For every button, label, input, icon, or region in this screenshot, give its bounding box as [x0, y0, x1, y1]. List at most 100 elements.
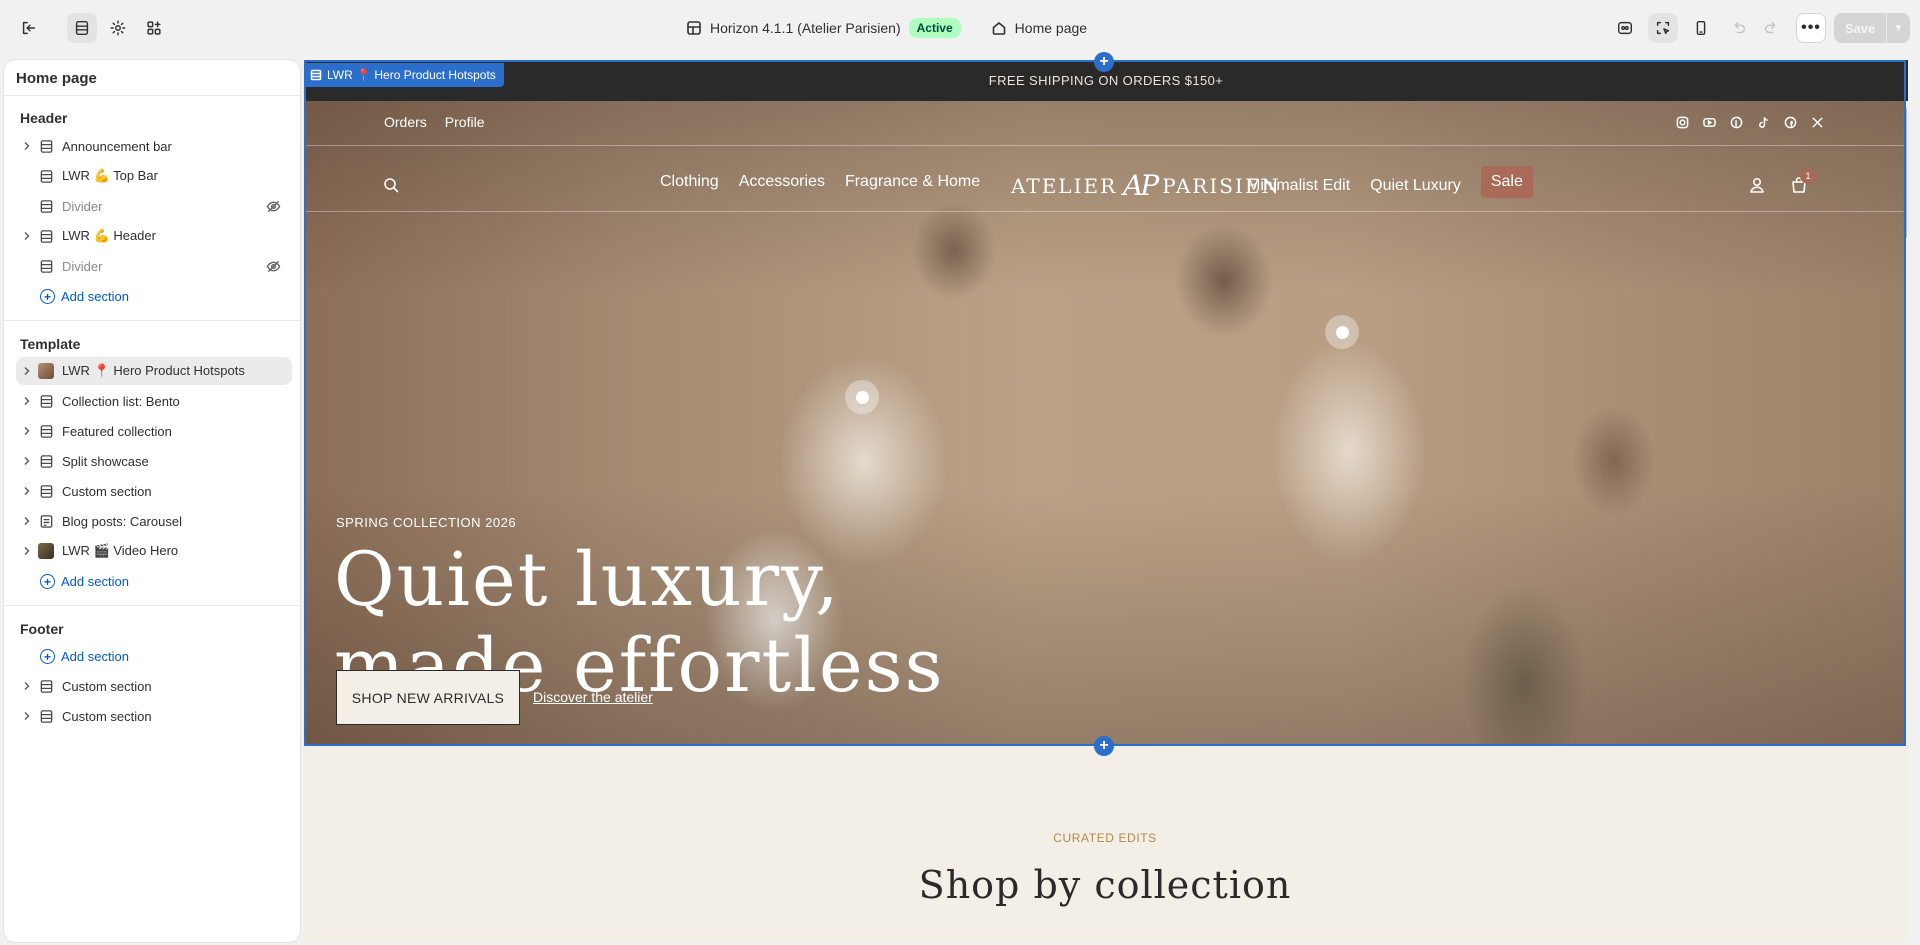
- store-logo[interactable]: ATELIER AP PARISIEN: [1011, 169, 1281, 202]
- section-icon: [38, 168, 54, 184]
- section-featured-collection[interactable]: Featured collection: [16, 417, 292, 445]
- sidebar-title: Home page: [16, 70, 97, 87]
- redo-icon[interactable]: [1756, 13, 1786, 43]
- cart-icon[interactable]: 1: [1790, 168, 1816, 197]
- divider: [4, 605, 300, 606]
- section-split-showcase[interactable]: Split showcase: [16, 447, 292, 475]
- apps-icon[interactable]: [139, 13, 169, 43]
- section-label: LWR 💪 Top Bar: [62, 168, 158, 183]
- chevron-right-icon[interactable]: [18, 222, 36, 250]
- search-icon[interactable]: [382, 176, 400, 197]
- chevron-right-icon[interactable]: [18, 477, 36, 505]
- chevron-right-icon[interactable]: [18, 702, 36, 730]
- add-section-label: Add section: [61, 649, 129, 664]
- save-button[interactable]: Save ▼: [1834, 13, 1910, 43]
- logo-text-left: ATELIER: [1011, 173, 1118, 198]
- section-label: Split showcase: [62, 453, 149, 469]
- chevron-right-icon[interactable]: [18, 417, 36, 445]
- section-video-hero[interactable]: LWR 🎬 Video Hero: [16, 537, 292, 565]
- product-hotspot[interactable]: [845, 380, 879, 414]
- insert-section-below-button[interactable]: +: [1094, 736, 1114, 756]
- section-custom-section[interactable]: Custom section: [16, 672, 292, 700]
- chevron-right-icon[interactable]: [18, 447, 36, 475]
- section-icon: [38, 198, 54, 214]
- select-element-icon[interactable]: [1648, 13, 1678, 43]
- eye-hidden-icon[interactable]: [264, 197, 282, 215]
- more-actions-button[interactable]: •••: [1796, 13, 1826, 43]
- sections-icon[interactable]: [67, 13, 97, 43]
- save-button-label[interactable]: Save: [1834, 13, 1886, 43]
- section-blog-posts-carousel[interactable]: Blog posts: Carousel: [16, 507, 292, 535]
- chevron-right-icon[interactable]: [18, 387, 36, 415]
- template-group-heading: Template: [20, 336, 81, 352]
- discover-atelier-link[interactable]: Discover the atelier: [533, 689, 653, 705]
- preview-scrollbar[interactable]: [1903, 108, 1907, 238]
- section-announcement-bar[interactable]: Announcement bar: [16, 132, 292, 160]
- logo-monogram: AP: [1123, 169, 1159, 202]
- section-hero-product-hotspots[interactable]: LWR 📍 Hero Product Hotspots: [16, 357, 292, 385]
- divider: [4, 320, 300, 321]
- section-label: Custom section: [62, 708, 152, 724]
- inspector-icon[interactable]: [1610, 13, 1640, 43]
- section-collection-list-bento[interactable]: Collection list: Bento: [16, 387, 292, 415]
- status-badge: Active: [908, 18, 961, 38]
- section-label: Collection list: Bento: [62, 393, 180, 409]
- add-template-section-button[interactable]: + Add section: [40, 574, 129, 589]
- profile-link[interactable]: Profile: [445, 114, 485, 130]
- instagram-icon[interactable]: [1675, 115, 1689, 129]
- hero-eyebrow: SPRING COLLECTION 2026: [336, 515, 517, 530]
- nav-sale[interactable]: Sale: [1480, 166, 1533, 198]
- nav-minimalist-edit[interactable]: Minimalist Edit: [1247, 177, 1350, 195]
- undo-icon[interactable]: [1724, 13, 1754, 43]
- add-footer-section-button[interactable]: + Add section: [40, 649, 129, 664]
- blog-icon: [38, 513, 54, 529]
- youtube-icon[interactable]: [1702, 115, 1716, 129]
- selected-section-name: LWR 📍 Hero Product Hotspots: [327, 68, 496, 82]
- section-divider[interactable]: Divider: [16, 192, 292, 220]
- section-icon: [38, 678, 54, 694]
- section-custom-section[interactable]: Custom section: [16, 702, 292, 730]
- hero-section[interactable]: Orders Profile Clothing Accessories Frag…: [304, 101, 1906, 746]
- orders-link[interactable]: Orders: [384, 114, 427, 130]
- mobile-preview-icon[interactable]: [1686, 13, 1716, 43]
- section-divider[interactable]: Divider: [16, 252, 292, 280]
- section-top-bar[interactable]: LWR 💪 Top Bar: [16, 162, 292, 190]
- shop-new-arrivals-button[interactable]: SHOP NEW ARRIVALS: [336, 670, 520, 725]
- section-custom-section[interactable]: Custom section: [16, 477, 292, 505]
- chevron-right-icon[interactable]: [18, 357, 36, 385]
- chevron-right-icon[interactable]: [18, 132, 36, 160]
- plus-circle-icon: +: [40, 289, 55, 304]
- insert-section-above-button[interactable]: +: [1094, 52, 1114, 72]
- section-label: LWR 💪 Header: [62, 228, 156, 243]
- storefront-preview: FREE SHIPPING ON ORDERS $150+ Orders Pro…: [304, 60, 1908, 942]
- headline-line-1: Quiet luxury,: [334, 537, 841, 623]
- page-selector[interactable]: Home page: [991, 20, 1087, 36]
- account-icon[interactable]: [1748, 176, 1766, 197]
- exit-icon[interactable]: [14, 13, 44, 43]
- tiktok-icon[interactable]: [1756, 115, 1770, 129]
- product-hotspot[interactable]: [1325, 315, 1359, 349]
- chevron-right-icon[interactable]: [18, 507, 36, 535]
- chevron-down-icon[interactable]: ▼: [1886, 13, 1910, 43]
- pinterest-icon[interactable]: [1729, 115, 1743, 129]
- x-icon[interactable]: [1810, 115, 1824, 129]
- chevron-right-icon[interactable]: [18, 672, 36, 700]
- facebook-icon[interactable]: [1783, 115, 1797, 129]
- section-header[interactable]: LWR 💪 Header: [16, 222, 292, 250]
- chevron-right-icon[interactable]: [18, 537, 36, 565]
- section-label: LWR 📍 Hero Product Hotspots: [62, 363, 245, 378]
- eye-hidden-icon[interactable]: [264, 257, 282, 275]
- curated-edits-label: CURATED EDITS: [1053, 831, 1157, 845]
- nav-clothing[interactable]: Clothing: [660, 173, 719, 191]
- section-label: Blog posts: Carousel: [62, 513, 182, 529]
- gear-icon[interactable]: [103, 13, 133, 43]
- layout-icon: [687, 21, 701, 35]
- image-thumbnail-icon: [38, 363, 54, 379]
- selected-section-tag[interactable]: LWR 📍 Hero Product Hotspots: [304, 63, 504, 87]
- nav-accessories[interactable]: Accessories: [739, 173, 825, 191]
- nav-quiet-luxury[interactable]: Quiet Luxury: [1370, 177, 1461, 195]
- header-group-heading: Header: [20, 110, 68, 126]
- add-header-section-button[interactable]: + Add section: [40, 289, 129, 304]
- nav-fragrance-home[interactable]: Fragrance & Home: [845, 173, 980, 191]
